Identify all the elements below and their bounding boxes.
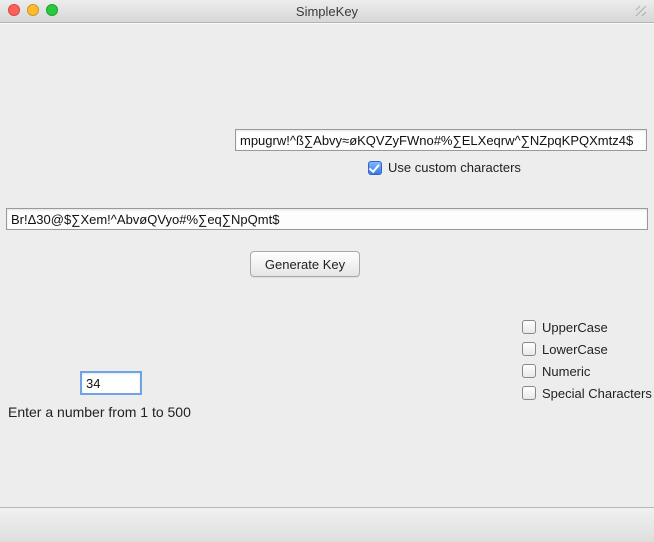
window-controls [8, 4, 58, 16]
minimize-icon[interactable] [27, 4, 39, 16]
lowercase-label: LowerCase [542, 342, 608, 357]
special-characters-checkbox[interactable] [522, 386, 536, 400]
uppercase-label: UpperCase [542, 320, 608, 335]
titlebar: SimpleKey [0, 0, 654, 23]
use-custom-characters-checkbox[interactable] [368, 161, 382, 175]
content-area: Use custom characters Generate Key Upper… [0, 23, 654, 506]
window-title: SimpleKey [296, 4, 358, 19]
numeric-label: Numeric [542, 364, 590, 379]
generated-key-output[interactable] [6, 208, 648, 230]
use-custom-characters-row: Use custom characters [368, 160, 521, 175]
resize-icon [634, 4, 648, 18]
numeric-row: Numeric [522, 362, 652, 380]
length-input[interactable] [80, 371, 142, 395]
generate-key-button[interactable]: Generate Key [250, 251, 360, 277]
special-characters-label: Special Characters [542, 386, 652, 401]
uppercase-checkbox[interactable] [522, 320, 536, 334]
custom-characters-input[interactable] [235, 129, 647, 151]
lowercase-row: LowerCase [522, 340, 652, 358]
app-window: SimpleKey Use custom characters Generate… [0, 0, 654, 542]
character-options-group: UpperCase LowerCase Numeric Special Char… [522, 318, 652, 402]
close-icon[interactable] [8, 4, 20, 16]
numeric-checkbox[interactable] [522, 364, 536, 378]
footer-bar [0, 507, 654, 542]
length-hint-label: Enter a number from 1 to 500 [8, 404, 191, 420]
use-custom-characters-label: Use custom characters [388, 160, 521, 175]
uppercase-row: UpperCase [522, 318, 652, 336]
zoom-icon[interactable] [46, 4, 58, 16]
special-row: Special Characters [522, 384, 652, 402]
lowercase-checkbox[interactable] [522, 342, 536, 356]
